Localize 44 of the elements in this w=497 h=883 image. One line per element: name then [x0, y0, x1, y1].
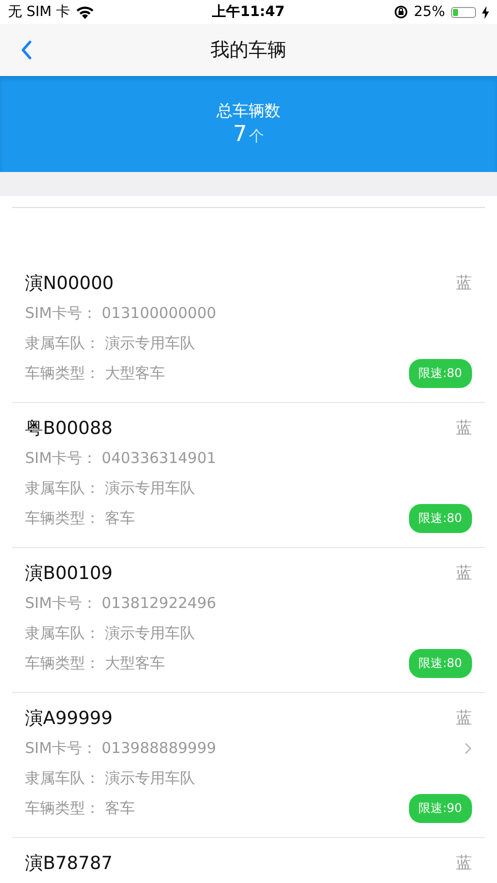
vehicle-type: 车辆类型： 大型客车	[25, 654, 165, 672]
back-icon[interactable]	[20, 40, 32, 60]
charging-bolt-icon	[482, 6, 489, 18]
battery-icon	[451, 6, 476, 18]
speed-limit-badge: 限速:80	[408, 648, 472, 678]
plate-color: 蓝	[456, 852, 472, 874]
vehicle-type: 车辆类型： 客车	[25, 508, 135, 528]
speed-limit-badge: 限速:90	[408, 794, 472, 822]
plate-number: 演N00000	[25, 272, 114, 295]
vehicle-type: 车辆类型： 客车	[25, 798, 135, 818]
sim-number: SIM卡号： 013812922496	[25, 594, 216, 612]
vehicle-type: 车辆类型： 大型客车	[25, 364, 165, 382]
count-unit: 个	[249, 127, 264, 146]
plate-color: 蓝	[456, 708, 472, 728]
fleet-name: 隶属车队： 演示专用车队	[25, 478, 195, 498]
sim-number: SIM卡号： 013988889999	[25, 738, 216, 758]
plate-color: 蓝	[456, 272, 472, 294]
vehicle-card[interactable]: 演B78787 蓝	[12, 838, 485, 883]
vehicle-card[interactable]: 演N00000 蓝 SIM卡号： 013100000000 隶属车队： 演示专用车队 车辆类型： 大型客车 限速:80	[12, 258, 485, 403]
clock-time: 上午11:47	[212, 3, 285, 21]
fleet-name: 隶属车队： 演示专用车队	[25, 334, 195, 352]
speed-limit-badge: 限速:80	[408, 358, 472, 388]
plate-number: 粤B00088	[25, 417, 113, 440]
page-title: 我的车辆	[210, 38, 286, 63]
plate-number: 演A99999	[25, 707, 113, 730]
sim-number: SIM卡号： 013100000000	[25, 304, 216, 322]
chevron-right-icon	[464, 742, 472, 754]
wifi-icon	[76, 6, 94, 18]
plate-color: 蓝	[456, 418, 472, 438]
plate-color: 蓝	[456, 562, 472, 584]
fleet-name: 隶属车队： 演示专用车队	[25, 768, 195, 788]
plate-number: 演B78787	[25, 852, 113, 875]
speed-limit-badge: 限速:80	[408, 504, 472, 532]
vehicle-card[interactable]: 演B00109 蓝 SIM卡号： 013812922496 隶属车队： 演示专用车队 车辆类型： 大型客车 限速:80	[12, 548, 485, 693]
sim-number: SIM卡号： 040336314901	[25, 448, 216, 468]
fleet-name: 隶属车队： 演示专用车队	[25, 624, 195, 642]
carrier-text: 无 SIM 卡	[8, 3, 70, 21]
vehicle-card[interactable]: 演A99999 蓝 SIM卡号： 013988889999 隶属车队： 演示专用车队 车辆类型： 客车 限速:90	[12, 693, 485, 838]
summary-label: 总车辆数	[216, 101, 280, 122]
battery-percent: 25%	[414, 4, 445, 20]
rotation-lock-icon	[394, 5, 408, 19]
plate-number: 演B00109	[25, 562, 113, 585]
vehicle-card[interactable]: 粤B00088 蓝 SIM卡号： 040336314901 隶属车队： 演示专用车队 车辆类型： 客车 限速:80	[12, 403, 485, 548]
vehicle-count: 7	[233, 122, 247, 147]
